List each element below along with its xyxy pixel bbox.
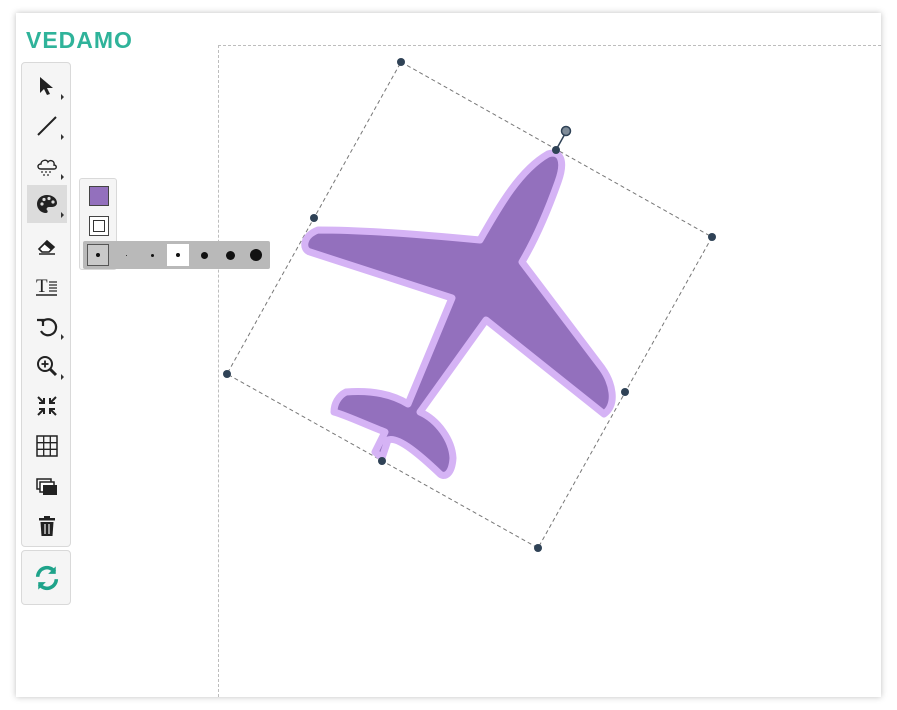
- handle-bottom-left[interactable]: [223, 370, 231, 378]
- stroke-size-option[interactable]: [115, 244, 137, 266]
- stroke-size-dot-icon: [200, 251, 208, 259]
- submenu-caret-icon: [61, 334, 64, 340]
- stroke-size-option[interactable]: [219, 244, 241, 266]
- stroke-size-option[interactable]: [193, 244, 215, 266]
- handle-top-left[interactable]: [397, 58, 405, 66]
- submenu-caret-icon: [61, 94, 64, 100]
- zoom-tool-button[interactable]: [27, 347, 67, 385]
- drawing-layer: [223, 58, 716, 552]
- stroke-size-option[interactable]: [141, 244, 163, 266]
- line-icon: [37, 116, 57, 136]
- stroke-size-bar: [83, 241, 270, 269]
- stroke-size-dot-icon: [250, 249, 262, 261]
- svg-text:T: T: [36, 276, 48, 297]
- stroke-size-option[interactable]: [167, 244, 189, 266]
- text-tool-button[interactable]: T: [27, 267, 67, 305]
- line-tool-button[interactable]: [27, 107, 67, 145]
- stroke-size-dot-icon: [225, 250, 235, 260]
- stroke-color-swatch[interactable]: [89, 216, 109, 236]
- submenu-caret-icon: [61, 374, 64, 380]
- layers-icon: [36, 478, 57, 495]
- grid-icon: [36, 435, 58, 457]
- submenu-caret-icon: [61, 212, 64, 218]
- color-tool-button[interactable]: [27, 185, 67, 223]
- shrink-arrows-icon: [37, 396, 57, 416]
- fit-tool-button[interactable]: [27, 387, 67, 425]
- stroke-size-dot-icon: [176, 253, 180, 257]
- undo-tool-button[interactable]: [27, 307, 67, 345]
- undo-icon: [37, 318, 58, 337]
- stroke-size-dot-icon: [96, 253, 100, 257]
- cursor-arrow-icon: [40, 77, 53, 95]
- zoom-in-icon: [37, 356, 58, 377]
- rotation-handle[interactable]: [560, 125, 572, 137]
- delete-tool-button[interactable]: [27, 507, 67, 545]
- handle-right-mid[interactable]: [621, 388, 629, 396]
- handle-bottom-mid[interactable]: [378, 457, 386, 465]
- layers-tool-button[interactable]: [27, 467, 67, 505]
- handle-top-mid[interactable]: [552, 146, 560, 154]
- sync-icon: [35, 565, 59, 591]
- eraser-icon: [37, 239, 56, 255]
- fill-color-swatch[interactable]: [89, 186, 109, 206]
- stroke-size-dot-icon: [150, 253, 154, 257]
- handle-bottom-right[interactable]: [534, 544, 542, 552]
- grid-tool-button[interactable]: [27, 427, 67, 465]
- cloud-shape-icon: [37, 159, 57, 176]
- sync-toolbar: [21, 550, 71, 605]
- stroke-size-option[interactable]: [245, 244, 267, 266]
- submenu-caret-icon: [61, 134, 64, 140]
- text-icon: T: [36, 276, 57, 297]
- stroke-color-inner: [93, 220, 105, 232]
- stroke-size-option[interactable]: [87, 244, 109, 266]
- submenu-caret-icon: [61, 174, 64, 180]
- shapes-tool-button[interactable]: [27, 147, 67, 185]
- airplane-shape[interactable]: [301, 149, 616, 479]
- eraser-tool-button[interactable]: [27, 227, 67, 265]
- sync-button[interactable]: [27, 559, 67, 597]
- trash-icon: [39, 516, 55, 536]
- stroke-size-dot-icon: [125, 254, 127, 256]
- handle-top-right[interactable]: [708, 233, 716, 241]
- select-tool-button[interactable]: [27, 67, 67, 105]
- palette-icon: [37, 195, 57, 213]
- main-toolbar: T: [21, 62, 71, 547]
- handle-left-mid[interactable]: [310, 214, 318, 222]
